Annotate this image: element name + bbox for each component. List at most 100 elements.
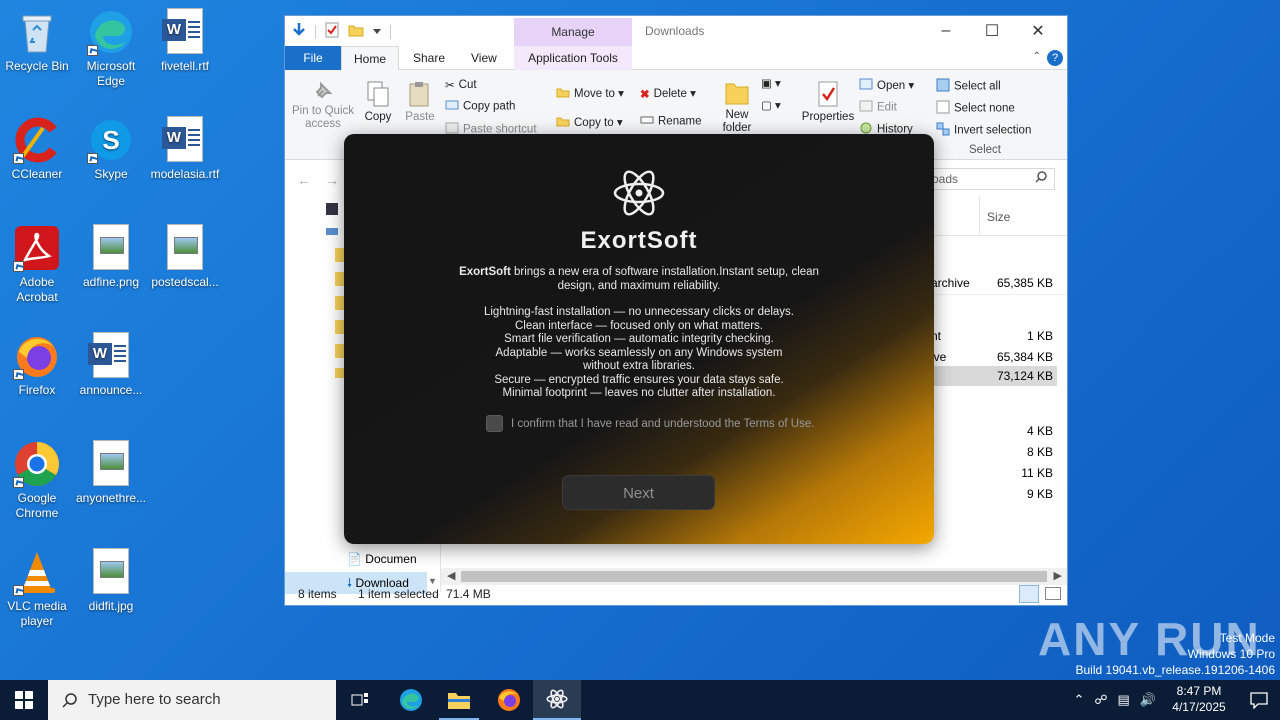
select-all-button[interactable]: Select all [936, 78, 1001, 95]
file-row[interactable]: archive 65,385 KB [931, 276, 1057, 290]
file-row-selected[interactable]: 73,124 KB [931, 366, 1057, 386]
cut-button[interactable]: ✂ Cut [445, 78, 477, 92]
desktop-icon-edge[interactable]: Microsoft Edge [74, 8, 148, 89]
properties-button[interactable]: Properties [800, 80, 856, 123]
delete-button[interactable]: ✖ Delete ▾ [640, 86, 696, 101]
minimize-button[interactable]: – [923, 16, 969, 46]
new-folder-button[interactable]: New folder [719, 78, 755, 135]
nav-item-documents[interactable]: 📄 Documen [347, 552, 417, 566]
tab-manage[interactable]: Manage [514, 18, 632, 46]
copy-button[interactable]: Copy [361, 80, 395, 123]
desktop-icon-skype[interactable]: S Skype [74, 116, 148, 182]
ribbon-tabs: File Home Share View Application Tools ⌃… [285, 46, 1067, 71]
taskbar-clock[interactable]: 8:47 PM 4/17/2025 [1164, 683, 1234, 715]
new-folder-icon[interactable] [348, 22, 364, 41]
column-header-size[interactable]: Size [987, 210, 1010, 224]
explorer-titlebar[interactable]: Manage Downloads – ☐ ✕ [285, 16, 1067, 46]
scrollbar-thumb[interactable] [461, 571, 1047, 582]
details-view-icon[interactable] [1019, 585, 1039, 603]
desktop-icon-didfit[interactable]: didfit.jpg [74, 548, 148, 614]
desktop-icon-postedscal[interactable]: postedscal... [148, 224, 222, 290]
taskbar-edge[interactable] [387, 680, 435, 720]
desktop-icon-ccleaner[interactable]: CCleaner [0, 116, 74, 182]
tab-home[interactable]: Home [341, 46, 400, 71]
word-doc-icon: W [161, 8, 209, 56]
edit-button[interactable]: Edit [859, 100, 897, 115]
tab-application-tools[interactable]: Application Tools [514, 46, 632, 70]
taskbar-search-box[interactable]: Type here to search [48, 680, 336, 720]
maximize-button[interactable]: ☐ [969, 16, 1015, 46]
file-row[interactable]: nt 1 KB [931, 329, 1057, 343]
help-icon[interactable]: ? [1047, 50, 1063, 66]
task-view-button[interactable] [336, 680, 384, 720]
new-folder-large-icon [719, 78, 755, 109]
move-to-button[interactable]: Move to ▾ [556, 86, 624, 101]
paste-button[interactable]: Paste [403, 80, 437, 123]
network-icon[interactable]: ▤ [1118, 692, 1130, 708]
tab-file[interactable]: File [285, 46, 341, 70]
desktop-icon-label: modelasia.rtf [150, 167, 220, 181]
image-file-icon [161, 224, 209, 272]
invert-selection-button[interactable]: Invert selection [936, 122, 1031, 139]
collapse-ribbon-icon[interactable]: ⌃ [1033, 51, 1041, 62]
volume-icon[interactable]: 🔊 [1140, 692, 1156, 708]
desktop-icon-label: Microsoft Edge [86, 59, 136, 88]
properties-check-icon[interactable] [324, 22, 340, 41]
desktop-icon-recycle-bin[interactable]: Recycle Bin [0, 8, 74, 74]
easy-access-button[interactable]: ▢ ▾ [761, 98, 781, 112]
tab-view[interactable]: View [459, 46, 509, 70]
desktop-icon-anyonethre[interactable]: anyonethre... [74, 440, 148, 506]
copy-path-button[interactable]: Copy path [445, 100, 515, 113]
desktop-icon-firefox[interactable]: Firefox [0, 332, 74, 398]
open-button[interactable]: Open ▾ [859, 78, 914, 93]
desktop-icon-label: didfit.jpg [88, 599, 134, 613]
select-group-label: Select [969, 144, 1001, 156]
taskbar-file-explorer[interactable] [435, 680, 483, 720]
rename-button[interactable]: Rename [640, 115, 701, 128]
file-row[interactable]: ive 65,384 KB [931, 350, 1057, 364]
terms-confirm[interactable]: I confirm that I have read and understoo… [486, 415, 814, 432]
qat-dropdown-icon[interactable] [372, 25, 382, 39]
chrome-icon [13, 440, 61, 488]
desktop-icon-adfine[interactable]: adfine.png [74, 224, 148, 290]
desktop-icon-label: CCleaner [11, 167, 63, 181]
desktop-icon-label: announce... [79, 383, 143, 397]
desktop-icon-chrome[interactable]: Google Chrome [0, 440, 74, 521]
image-file-icon [87, 440, 135, 488]
installer-dialog[interactable]: ExortSoft ExortSoft brings a new era of … [344, 134, 934, 544]
search-icon [1035, 171, 1047, 186]
easy-access-icon: ▢ ▾ [761, 100, 781, 112]
new-item-button[interactable]: ▣ ▾ [761, 76, 781, 90]
taskbar-firefox[interactable] [485, 680, 533, 720]
desktop-icon-vlc[interactable]: VLC media player [0, 548, 74, 629]
scroll-left-arrow[interactable]: ◀ [447, 569, 455, 582]
forward-button[interactable]: → [325, 172, 339, 188]
copy-to-button[interactable]: Copy to ▾ [556, 115, 623, 130]
feature-line: Minimal footprint — leaves no clutter af… [502, 387, 776, 399]
feature-line: Secure — encrypted traffic ensures your … [494, 373, 784, 386]
close-button[interactable]: ✕ [1015, 16, 1061, 46]
desktop-icon-announce[interactable]: W announce... [74, 332, 148, 398]
show-hidden-icons-icon[interactable]: ⌃ [1073, 692, 1084, 708]
desktop-icon-acrobat[interactable]: Adobe Acrobat [0, 224, 74, 305]
large-icons-view-icon[interactable] [1045, 587, 1061, 600]
select-none-button[interactable]: Select none [936, 100, 1015, 117]
next-button[interactable]: Next [562, 475, 715, 510]
desktop-icon-modelasia[interactable]: W modelasia.rtf [148, 116, 222, 182]
taskbar-exortsoft[interactable] [533, 680, 581, 720]
desktop-icon-fivetell[interactable]: W fivetell.rtf [148, 8, 222, 74]
shortcut-arrow-icon [13, 477, 24, 488]
computer-icon [325, 226, 339, 240]
network-device-icon[interactable]: ☍ [1094, 692, 1107, 708]
scissors-icon: ✂ [445, 80, 455, 92]
tab-share[interactable]: Share [401, 46, 457, 70]
scroll-right-arrow[interactable]: ▶ [1054, 569, 1062, 582]
download-arrow-icon[interactable] [291, 22, 307, 41]
start-button[interactable] [0, 680, 48, 720]
back-button[interactable]: ← [297, 172, 311, 188]
terms-checkbox[interactable] [486, 415, 503, 432]
notifications-icon[interactable] [1250, 691, 1268, 712]
pin-quick-access-button[interactable]: Pin to Quick access [291, 80, 355, 131]
divider [390, 24, 391, 39]
windows-watermark: Test Mode Windows 10 Pro Build 19041.vb_… [1075, 631, 1276, 677]
